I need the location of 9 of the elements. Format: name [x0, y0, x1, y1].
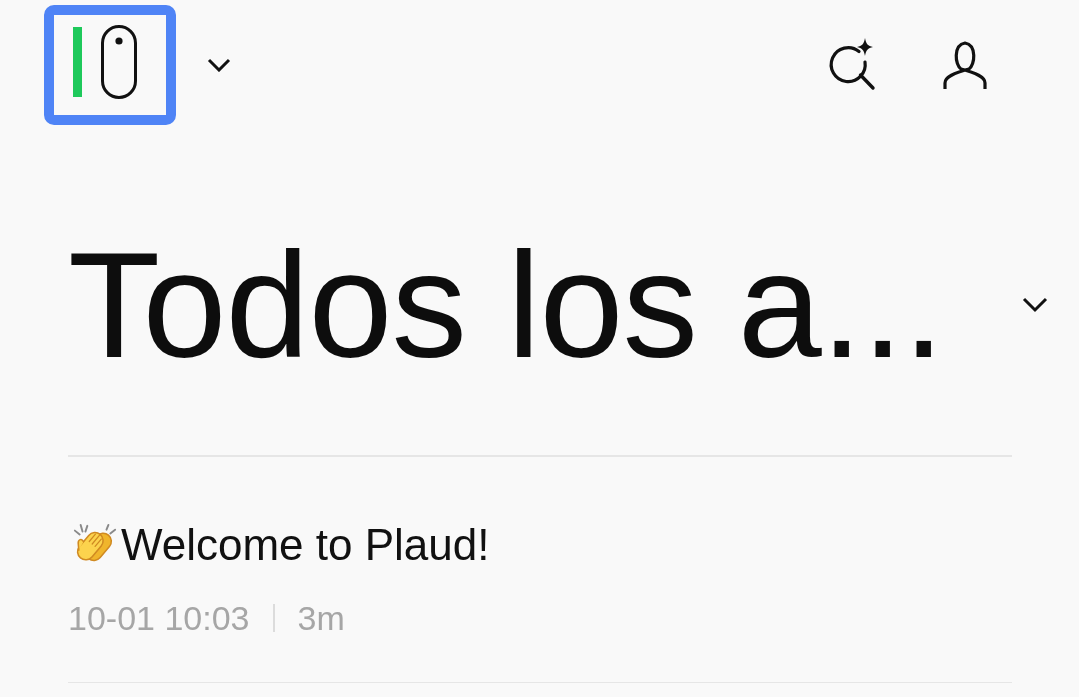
recording-title[interactable]: Welcome to Plaud!: [121, 519, 490, 572]
folder-title[interactable]: Todos los a...: [68, 229, 944, 380]
logo-button[interactable]: [44, 5, 176, 125]
recording-duration: 3m: [297, 597, 345, 639]
user-icon[interactable]: [942, 39, 988, 91]
chevron-down-icon[interactable]: [207, 58, 231, 72]
recording-date: 10-01 10:03: [68, 597, 250, 639]
app-logo-icon: [73, 25, 137, 99]
chevron-down-icon[interactable]: [1022, 296, 1048, 313]
